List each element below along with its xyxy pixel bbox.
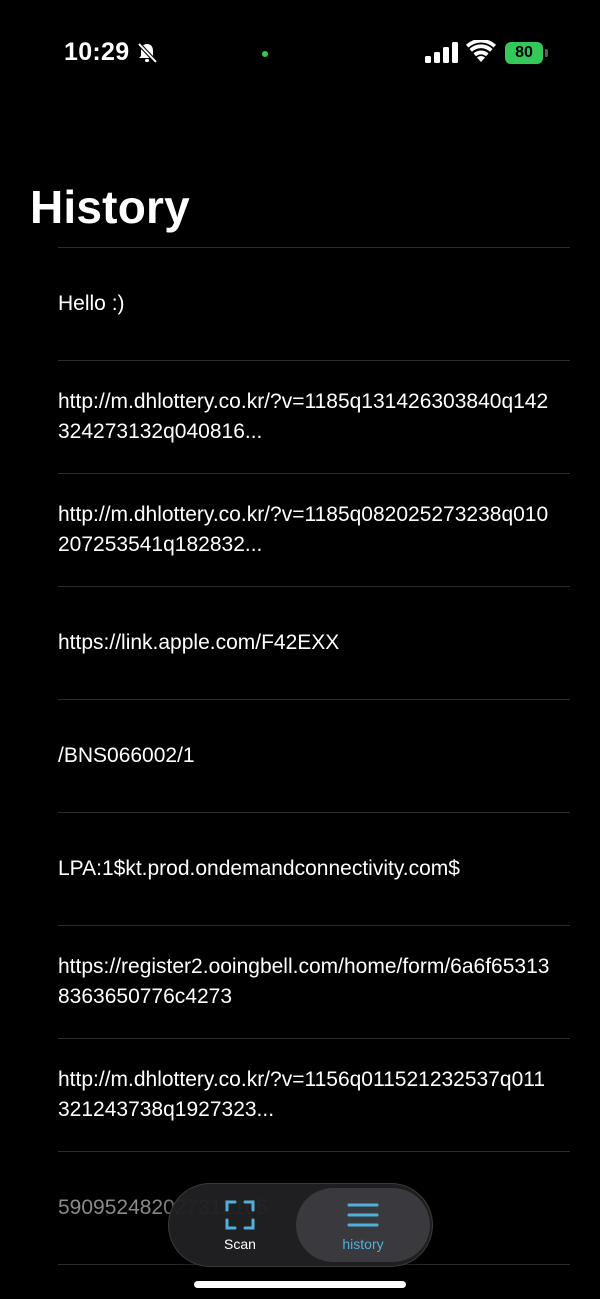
page-title: History bbox=[30, 181, 190, 233]
history-item-text: https://register2.ooingbell.com/home/for… bbox=[58, 955, 550, 1008]
history-item-4[interactable]: https://link.apple.com/F42EXX bbox=[58, 587, 570, 700]
tab-scan[interactable]: Scan bbox=[183, 1188, 297, 1262]
home-indicator[interactable] bbox=[194, 1281, 406, 1288]
history-item-text: http://m.dhlottery.co.kr/?v=1185q1314263… bbox=[58, 390, 549, 443]
history-item-6[interactable]: LPA:1$kt.prod.ondemandconnectivity.com$ bbox=[58, 813, 570, 926]
battery-cap bbox=[545, 49, 548, 57]
history-item-text: https://link.apple.com/F42EXX bbox=[58, 631, 340, 654]
status-bar: 10:29 80 bbox=[0, 0, 600, 110]
tab-scan-label: Scan bbox=[224, 1235, 256, 1252]
history-item-7[interactable]: https://register2.ooingbell.com/home/for… bbox=[58, 926, 570, 1039]
bell-slash-icon bbox=[136, 42, 158, 64]
recording-indicator-dot bbox=[262, 51, 268, 57]
history-item-5[interactable]: /BNS066002/1 bbox=[58, 700, 570, 813]
history-item-2[interactable]: http://m.dhlottery.co.kr/?v=1185q1314263… bbox=[58, 361, 570, 474]
battery-icon: 80 bbox=[505, 42, 549, 64]
history-item-text: http://m.dhlottery.co.kr/?v=1185q0820252… bbox=[58, 503, 549, 556]
history-item-text: LPA:1$kt.prod.ondemandconnectivity.com$ bbox=[58, 857, 460, 880]
tab-history-label: history bbox=[342, 1235, 384, 1252]
scan-frame-icon bbox=[224, 1199, 256, 1231]
tab-bar: Scan history bbox=[168, 1183, 433, 1267]
status-time: 10:29 bbox=[64, 38, 130, 66]
history-item-1[interactable]: Hello :) bbox=[58, 248, 570, 361]
history-item-text: Hello :) bbox=[58, 292, 125, 315]
tab-history[interactable]: history bbox=[296, 1188, 430, 1262]
signal-icon bbox=[424, 42, 458, 64]
wifi-icon bbox=[466, 38, 496, 64]
list-icon bbox=[347, 1199, 379, 1231]
history-list: Hello :) http://m.dhlottery.co.kr/?v=118… bbox=[58, 247, 570, 1265]
battery-level: 80 bbox=[505, 42, 543, 64]
history-item-text: /BNS066002/1 bbox=[58, 744, 195, 767]
history-item-text: http://m.dhlottery.co.kr/?v=1156q0115212… bbox=[58, 1068, 546, 1121]
history-item-3[interactable]: http://m.dhlottery.co.kr/?v=1185q0820252… bbox=[58, 474, 570, 587]
history-item-8[interactable]: http://m.dhlottery.co.kr/?v=1156q0115212… bbox=[58, 1039, 570, 1152]
